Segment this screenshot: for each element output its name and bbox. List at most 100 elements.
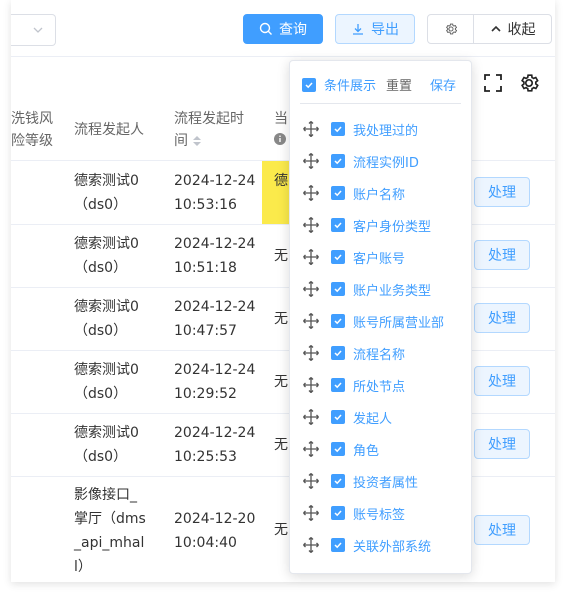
drag-handle-icon[interactable] bbox=[302, 248, 320, 266]
column-item-label: 流程实例ID bbox=[353, 155, 419, 171]
column-item[interactable]: 关联外部系统 bbox=[302, 533, 431, 557]
drag-handle-icon[interactable] bbox=[302, 376, 320, 394]
column-item[interactable]: 账户业务类型 bbox=[302, 277, 431, 301]
column-item[interactable]: 流程实例ID bbox=[302, 149, 419, 173]
drag-handle-icon[interactable] bbox=[302, 120, 320, 138]
fullscreen-icon[interactable] bbox=[482, 72, 504, 94]
time-date: 2024-12-24 bbox=[174, 173, 256, 189]
table-row: 影像接口_ 掌厅（dms _api_mhal l） 2024-12-20 10:… bbox=[11, 477, 555, 582]
filter-select[interactable] bbox=[11, 14, 56, 46]
header-start-time[interactable]: 流程发起时 间 bbox=[174, 108, 244, 152]
drag-handle-icon[interactable] bbox=[302, 280, 320, 298]
column-checkbox[interactable] bbox=[331, 122, 345, 136]
drag-handle-icon[interactable] bbox=[302, 408, 320, 426]
column-item-label: 所处节点 bbox=[353, 379, 406, 395]
table-card: 查询 导出 收起 洗钱风 险等级 流程发起人 流程发起时 间 当 德索测试0 （… bbox=[11, 0, 555, 582]
initiator-line: 德索测试0 bbox=[74, 236, 139, 252]
initiator-line: 德索测试0 bbox=[74, 173, 139, 189]
check-icon bbox=[334, 254, 342, 261]
drag-handle-icon[interactable] bbox=[302, 504, 320, 522]
query-button[interactable]: 查询 bbox=[243, 14, 323, 44]
column-item[interactable]: 账户名称 bbox=[302, 181, 405, 205]
drag-handle-icon[interactable] bbox=[302, 344, 320, 362]
column-checkbox[interactable] bbox=[331, 538, 345, 552]
drag-handle-icon[interactable] bbox=[302, 184, 320, 202]
show-conditions-label[interactable]: 条件展示 bbox=[324, 75, 376, 94]
column-item[interactable]: 发起人 bbox=[302, 405, 392, 429]
handle-button[interactable]: 处理 bbox=[474, 515, 530, 545]
column-checkbox[interactable] bbox=[331, 154, 345, 168]
column-settings-button[interactable] bbox=[428, 15, 474, 43]
gear-icon bbox=[445, 23, 457, 35]
column-item[interactable]: 客户身份类型 bbox=[302, 213, 431, 237]
drag-handle-icon[interactable] bbox=[302, 152, 320, 170]
drag-handle-icon[interactable] bbox=[302, 216, 320, 234]
query-button-label: 查询 bbox=[279, 22, 307, 38]
drag-handle-icon[interactable] bbox=[302, 312, 320, 330]
column-item-label: 关联外部系统 bbox=[353, 539, 432, 555]
time-clock: 10:51:18 bbox=[174, 260, 237, 276]
initiator-cell: 影像接口_ 掌厅（dms _api_mhal l） bbox=[74, 483, 164, 579]
column-item-label: 客户账号 bbox=[353, 251, 406, 267]
header-initiator: 流程发起人 bbox=[74, 122, 144, 138]
time-cell: 2024-12-24 10:53:16 bbox=[174, 169, 264, 217]
header-start-time-line2-wrap: 间 bbox=[174, 130, 244, 152]
time-clock: 10:53:16 bbox=[174, 197, 237, 213]
download-icon bbox=[353, 24, 363, 35]
column-item[interactable]: 投资者属性 bbox=[302, 469, 418, 493]
save-button[interactable]: 保存 bbox=[430, 75, 456, 94]
column-item[interactable]: 账号所属营业部 bbox=[302, 309, 444, 333]
column-checkbox[interactable] bbox=[331, 378, 345, 392]
time-date: 2024-12-24 bbox=[174, 362, 256, 378]
column-item[interactable]: 账号标签 bbox=[302, 501, 405, 525]
column-item[interactable]: 流程名称 bbox=[302, 341, 405, 365]
column-checkbox[interactable] bbox=[331, 506, 345, 520]
column-checkbox[interactable] bbox=[331, 218, 345, 232]
time-clock: 10:47:57 bbox=[174, 323, 237, 339]
column-checkbox[interactable] bbox=[331, 314, 345, 328]
column-checkbox[interactable] bbox=[331, 474, 345, 488]
initiator-line: _api_mhal bbox=[74, 535, 145, 551]
column-item[interactable]: 角色 bbox=[302, 437, 379, 461]
handle-button[interactable]: 处理 bbox=[474, 429, 530, 459]
collapse-button[interactable]: 收起 bbox=[474, 15, 551, 43]
drag-handle-icon[interactable] bbox=[302, 440, 320, 458]
column-item[interactable]: 客户账号 bbox=[302, 245, 405, 269]
chevron-down-icon bbox=[33, 27, 43, 33]
handle-button[interactable]: 处理 bbox=[474, 177, 530, 207]
column-item-label: 账户名称 bbox=[353, 187, 406, 203]
toolbar-divider bbox=[11, 56, 555, 57]
drag-handle-icon[interactable] bbox=[302, 472, 320, 490]
handle-button[interactable]: 处理 bbox=[474, 240, 530, 270]
export-button[interactable]: 导出 bbox=[335, 14, 415, 44]
initiator-cell: 德索测试0 （ds0） bbox=[74, 295, 164, 343]
initiator-line: 德索测试0 bbox=[74, 425, 139, 441]
export-button-label: 导出 bbox=[371, 22, 399, 38]
show-conditions-checkbox[interactable] bbox=[302, 77, 316, 92]
handle-button[interactable]: 处理 bbox=[474, 366, 530, 396]
column-item-label: 投资者属性 bbox=[353, 475, 419, 491]
header-risk-level-line1: 洗钱风 bbox=[11, 111, 53, 127]
column-item[interactable]: 我处理过的 bbox=[302, 117, 418, 141]
drag-handle-icon[interactable] bbox=[302, 536, 320, 554]
column-item[interactable]: 所处节点 bbox=[302, 373, 405, 397]
column-checkbox[interactable] bbox=[331, 410, 345, 424]
column-checkbox[interactable] bbox=[331, 346, 345, 360]
time-cell: 2024-12-24 10:51:18 bbox=[174, 232, 264, 280]
column-checkbox[interactable] bbox=[331, 186, 345, 200]
initiator-line: （ds0） bbox=[74, 323, 128, 339]
column-checkbox[interactable] bbox=[331, 442, 345, 456]
header-risk-level: 洗钱风 险等级 bbox=[11, 108, 53, 152]
initiator-line: 掌厅（dms bbox=[74, 511, 146, 527]
sort-icon[interactable] bbox=[192, 135, 202, 147]
check-icon bbox=[334, 318, 342, 325]
check-icon bbox=[334, 286, 342, 293]
time-date: 2024-12-24 bbox=[174, 236, 256, 252]
settings-icon[interactable] bbox=[518, 72, 540, 94]
column-checkbox[interactable] bbox=[331, 250, 345, 264]
reset-button[interactable]: 重置 bbox=[386, 75, 412, 94]
column-checkbox[interactable] bbox=[331, 282, 345, 296]
column-item-label: 客户身份类型 bbox=[353, 219, 432, 235]
handle-button[interactable]: 处理 bbox=[474, 303, 530, 333]
time-clock: 10:29:52 bbox=[174, 386, 237, 402]
